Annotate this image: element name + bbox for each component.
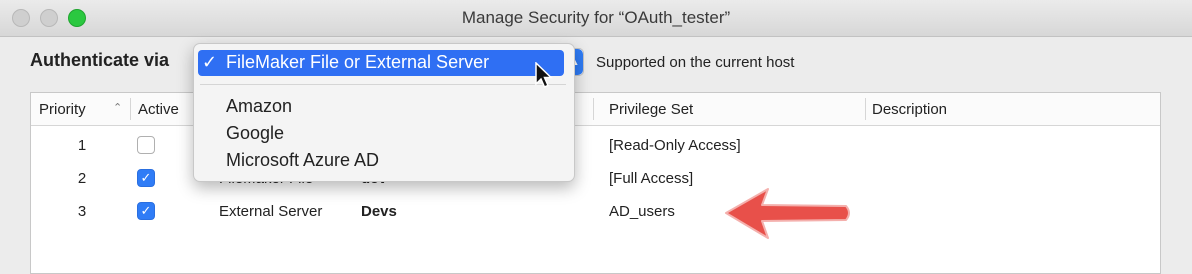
menu-item-google[interactable]: Google [226, 123, 284, 144]
active-checkbox[interactable]: ✓ [137, 169, 155, 187]
column-divider[interactable] [593, 98, 594, 120]
table-row[interactable]: 3 ✓ External Server Devs AD_users [31, 195, 1160, 228]
header-description[interactable]: Description [872, 101, 947, 118]
header-priority[interactable]: Priority [39, 101, 86, 118]
header-active[interactable]: Active [138, 101, 179, 118]
sort-ascending-icon: ⌃ [113, 102, 123, 114]
host-support-status: Supported on the current host [596, 54, 795, 71]
annotation-arrow-icon [725, 188, 850, 239]
menu-item-microsoft-azure-ad[interactable]: Microsoft Azure AD [226, 150, 379, 171]
menu-item-amazon[interactable]: Amazon [226, 96, 292, 117]
row-privilege-set: [Read-Only Access] [609, 137, 741, 154]
authenticate-via-menu: ✓ FileMaker File or External Server Amaz… [193, 43, 575, 182]
row-privilege-set: [Full Access] [609, 170, 694, 187]
mouse-pointer-icon [535, 62, 553, 88]
menu-item-label: FileMaker File or External Server [226, 52, 490, 72]
row-account-type: External Server [219, 203, 323, 220]
window-title: Manage Security for “OAuth_tester” [461, 8, 731, 27]
row-privilege-set: AD_users [609, 203, 675, 220]
column-divider[interactable] [130, 98, 131, 120]
menu-separator [200, 84, 566, 85]
active-checkbox[interactable]: ✓ [137, 202, 155, 220]
column-divider[interactable] [865, 98, 866, 120]
menu-item-filemaker-file-or-external-server[interactable]: ✓ FileMaker File or External Server [198, 50, 564, 76]
row-account-name: Devs [361, 203, 397, 220]
row-priority: 2 [77, 170, 87, 187]
authenticate-via-label: Authenticate via [30, 50, 170, 70]
header-privilege-set[interactable]: Privilege Set [609, 101, 693, 118]
row-priority: 1 [77, 137, 87, 154]
checkmark-icon: ✓ [202, 52, 218, 72]
title-bar: Manage Security for “OAuth_tester” [0, 0, 1192, 37]
row-priority: 3 [77, 203, 87, 220]
active-checkbox[interactable] [137, 136, 155, 154]
